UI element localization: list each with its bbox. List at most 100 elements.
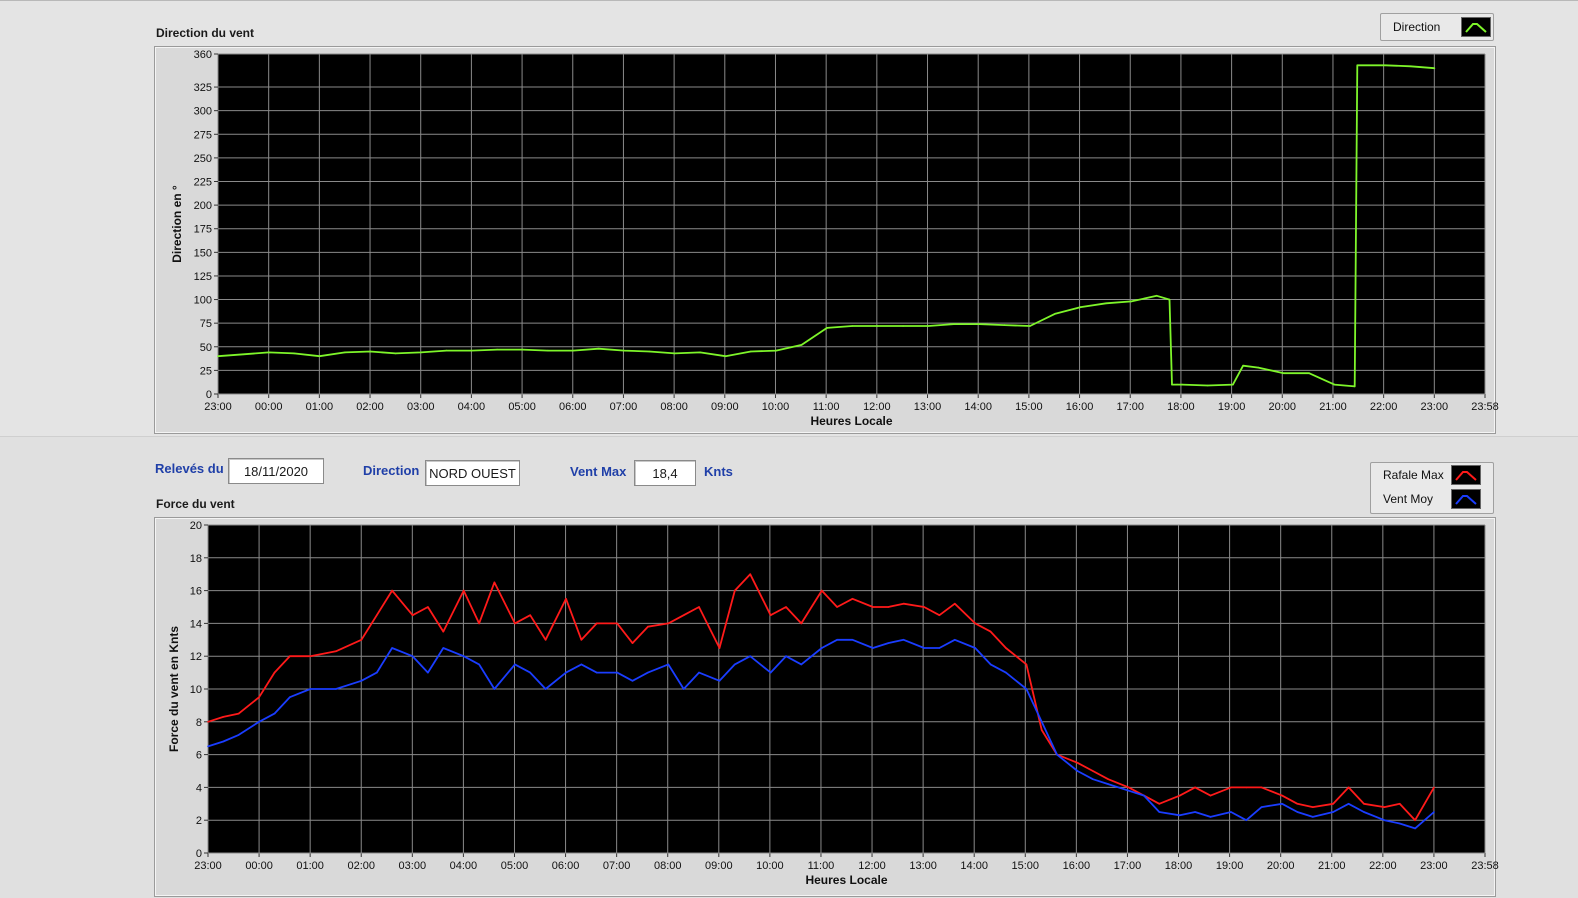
force-data-point bbox=[514, 663, 516, 666]
force-x-tick-label: 23:58 bbox=[1471, 860, 1499, 872]
force-data-point bbox=[667, 663, 670, 666]
force-data-point bbox=[1332, 803, 1334, 805]
force-x-tick-label: 00:00 bbox=[245, 860, 273, 872]
force-data-point bbox=[887, 606, 890, 608]
force-data-point bbox=[1076, 762, 1079, 764]
force-y-tick-label: 6 bbox=[196, 750, 202, 762]
force-data-point bbox=[631, 642, 634, 644]
force-data-point bbox=[376, 671, 378, 674]
force-data-point bbox=[309, 688, 312, 690]
force-x-tick-label: 22:00 bbox=[1369, 860, 1397, 872]
force-data-point bbox=[785, 655, 787, 657]
force-data-point bbox=[1312, 816, 1314, 818]
force-chart[interactable]: 23:00 00:00 01:00 02:00 03:00 04:00 05:00 06:00… bbox=[0, 0, 1578, 897]
force-data-point bbox=[1025, 688, 1028, 690]
force-data-point bbox=[698, 671, 700, 674]
force-x-tick-label: 12:00 bbox=[858, 860, 886, 872]
force-data-point bbox=[1194, 786, 1196, 789]
force-data-point bbox=[273, 712, 276, 715]
force-data-point bbox=[529, 614, 531, 616]
force-data-point bbox=[1040, 729, 1043, 731]
force-data-point bbox=[872, 647, 874, 649]
force-y-tick-label: 20 bbox=[190, 520, 202, 532]
force-data-point bbox=[1260, 806, 1263, 808]
force-x-tick-label: 02:00 bbox=[347, 860, 375, 872]
force-data-point bbox=[631, 680, 634, 682]
force-data-point bbox=[647, 671, 649, 674]
force-data-point bbox=[411, 614, 414, 616]
force-data-point bbox=[391, 589, 393, 592]
force-data-point bbox=[514, 622, 516, 625]
force-x-axis-title: Heures Locale bbox=[805, 873, 887, 887]
force-x-tick-label: 01:00 bbox=[296, 860, 324, 872]
force-x-tick-label: 07:00 bbox=[603, 860, 631, 872]
force-data-point bbox=[1398, 822, 1401, 825]
force-x-tick-label: 05:00 bbox=[501, 860, 529, 872]
force-data-point bbox=[718, 680, 721, 682]
force-data-point bbox=[1383, 806, 1386, 808]
force-y-tick-label: 14 bbox=[190, 618, 202, 630]
force-data-point bbox=[442, 647, 445, 649]
force-data-point bbox=[360, 639, 363, 641]
force-x-tick-label: 15:00 bbox=[1012, 860, 1040, 872]
force-data-point bbox=[258, 696, 260, 698]
force-data-point bbox=[974, 647, 976, 649]
force-data-point bbox=[391, 647, 393, 649]
force-y-tick-label: 8 bbox=[196, 717, 202, 729]
force-y-axis-title: Force du vent en Knts bbox=[167, 626, 181, 752]
force-data-point bbox=[1296, 811, 1299, 813]
force-data-point bbox=[1005, 671, 1007, 674]
force-data-point bbox=[1179, 794, 1181, 797]
force-data-point bbox=[1230, 786, 1232, 789]
force-data-point bbox=[800, 663, 803, 666]
force-data-point bbox=[954, 602, 956, 605]
force-data-point bbox=[1245, 786, 1248, 789]
force-data-point bbox=[442, 630, 445, 633]
force-data-point bbox=[565, 598, 567, 600]
force-x-tick-label: 10:00 bbox=[756, 860, 784, 872]
force-data-point bbox=[335, 688, 337, 690]
force-data-point bbox=[989, 630, 992, 633]
force-data-point bbox=[749, 573, 751, 575]
force-data-point bbox=[1260, 786, 1263, 789]
force-data-point bbox=[273, 671, 276, 674]
force-x-tick-label: 18:00 bbox=[1165, 860, 1193, 872]
force-data-point bbox=[1179, 814, 1181, 817]
force-data-point bbox=[1209, 794, 1212, 797]
force-data-point bbox=[1414, 827, 1416, 830]
force-data-point bbox=[580, 639, 583, 641]
force-data-point bbox=[989, 663, 992, 666]
force-x-tick-label: 11:00 bbox=[808, 860, 835, 872]
force-data-point bbox=[682, 688, 685, 690]
force-x-tick-label: 09:00 bbox=[705, 860, 733, 872]
force-data-point bbox=[1040, 721, 1043, 723]
force-x-tick-label: 20:00 bbox=[1267, 860, 1295, 872]
force-data-point bbox=[1312, 806, 1314, 808]
force-data-point bbox=[923, 606, 925, 608]
force-data-point bbox=[1194, 811, 1196, 813]
force-data-point bbox=[851, 639, 854, 641]
force-data-point bbox=[1107, 783, 1109, 785]
force-data-point bbox=[1363, 803, 1365, 805]
force-data-point bbox=[851, 598, 854, 600]
force-data-point bbox=[1414, 819, 1416, 821]
force-data-point bbox=[544, 688, 547, 690]
force-y-tick-label: 16 bbox=[190, 586, 202, 598]
force-data-point bbox=[616, 622, 618, 625]
force-x-tick-label: 23:00 bbox=[194, 860, 222, 872]
force-data-point bbox=[237, 712, 240, 715]
force-data-point bbox=[493, 688, 496, 690]
force-y-tick-label: 0 bbox=[196, 848, 202, 860]
force-y-tick-label: 10 bbox=[190, 684, 202, 696]
force-data-point bbox=[376, 614, 378, 616]
force-data-point bbox=[902, 602, 905, 605]
force-data-point bbox=[335, 650, 337, 653]
force-data-point bbox=[1347, 803, 1350, 805]
force-data-point bbox=[974, 622, 976, 625]
force-data-point bbox=[580, 663, 583, 666]
force-data-point bbox=[872, 606, 874, 608]
force-y-tick-label: 12 bbox=[190, 651, 202, 663]
force-data-point bbox=[289, 696, 291, 698]
force-data-point bbox=[1433, 786, 1435, 789]
force-data-point bbox=[462, 655, 465, 657]
